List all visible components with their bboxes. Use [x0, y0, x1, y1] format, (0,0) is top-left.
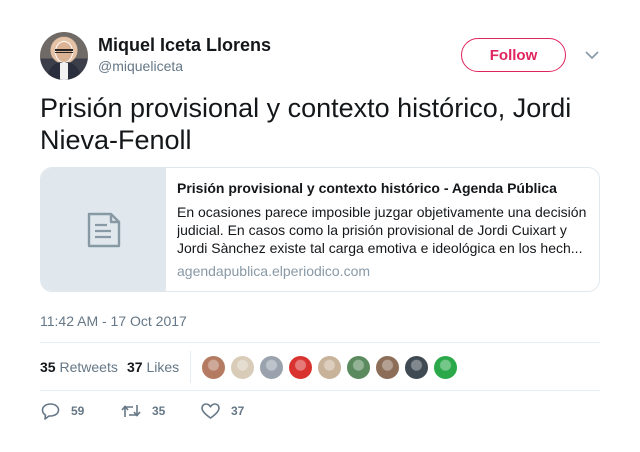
- engaged-user-avatar[interactable]: [346, 355, 371, 380]
- heart-icon: [201, 403, 220, 419]
- like-action[interactable]: 37: [200, 402, 244, 420]
- display-name[interactable]: Miquel Iceta Llorens: [98, 35, 271, 56]
- likes-label: Likes: [146, 359, 180, 375]
- retweet-action[interactable]: 35: [120, 402, 165, 420]
- user-handle[interactable]: @miqueliceta: [98, 58, 183, 74]
- engaged-user-avatar[interactable]: [317, 355, 342, 380]
- retweets-count: 35: [40, 359, 56, 375]
- avatar[interactable]: [40, 32, 88, 80]
- link-card[interactable]: Prisión provisional y contexto histórico…: [40, 167, 600, 292]
- reply-action[interactable]: 59: [40, 402, 84, 420]
- reply-icon: [41, 403, 60, 420]
- retweet-count: 35: [152, 404, 166, 418]
- engaged-user-avatar[interactable]: [288, 355, 313, 380]
- engaged-user-avatar[interactable]: [404, 355, 429, 380]
- card-domain: agendapublica.elperiodico.com: [177, 263, 371, 279]
- engaged-user-avatar[interactable]: [433, 355, 458, 380]
- card-description: En ocasiones parece imposible juzgar obj…: [177, 204, 587, 256]
- likes-count: 37: [127, 359, 143, 375]
- card-title[interactable]: Prisión provisional y contexto histórico…: [177, 180, 591, 196]
- retweet-icon: [121, 405, 141, 417]
- reply-count: 59: [71, 404, 85, 418]
- stats-bar: 35 Retweets 37 Likes: [40, 342, 600, 391]
- tweet-timestamp[interactable]: 11:42 AM - 17 Oct 2017: [40, 313, 187, 329]
- engaged-user-avatar[interactable]: [375, 355, 400, 380]
- stats-divider: [190, 351, 191, 383]
- engaged-user-avatar[interactable]: [259, 355, 284, 380]
- retweets-stat[interactable]: 35 Retweets: [40, 359, 118, 375]
- tweet-text: Prisión provisional y contexto histórico…: [40, 93, 572, 155]
- likes-stat[interactable]: 37 Likes: [127, 359, 179, 375]
- card-body: Prisión provisional y contexto histórico…: [177, 180, 591, 279]
- card-thumbnail: [41, 168, 166, 291]
- engaged-user-avatar[interactable]: [230, 355, 255, 380]
- engaged-user-avatar[interactable]: [201, 355, 226, 380]
- chevron-down-icon[interactable]: [584, 48, 600, 62]
- like-count: 37: [231, 404, 245, 418]
- follow-button[interactable]: Follow: [461, 38, 566, 72]
- retweets-label: Retweets: [59, 359, 118, 375]
- document-icon: [87, 212, 120, 247]
- action-bar: 59 35 37: [40, 400, 600, 424]
